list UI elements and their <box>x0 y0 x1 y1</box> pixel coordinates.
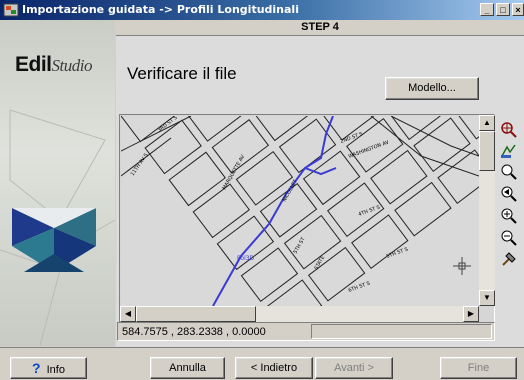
zoom-window-icon[interactable] <box>497 119 521 139</box>
settings-tool-icon[interactable] <box>497 249 521 269</box>
map-viewer[interactable]: 3RD ST S WASHINGTON AV 2ND ST S 11TH AV … <box>119 114 495 323</box>
title-bar: Importazione guidata -> Profili Longitud… <box>0 0 524 20</box>
zoom-out-icon[interactable] <box>497 227 521 247</box>
horizontal-scroll-thumb[interactable] <box>136 306 256 322</box>
vertical-scroll-thumb[interactable] <box>479 131 495 171</box>
maximize-button[interactable]: □ <box>496 3 510 16</box>
wizard-side-panel: EdilStudio <box>0 20 115 346</box>
status-pane <box>311 324 492 339</box>
zoom-extents-icon[interactable] <box>497 161 521 181</box>
polyline-label: Pol3D <box>237 255 255 262</box>
scroll-down-icon[interactable]: ▼ <box>479 290 495 306</box>
page-heading: Verificare il file <box>127 64 237 83</box>
step-indicator: STEP 4 <box>116 20 524 36</box>
pan-icon[interactable] <box>497 141 521 161</box>
street-map[interactable]: 3RD ST S WASHINGTON AV 2ND ST S 11TH AV … <box>121 116 479 306</box>
close-button[interactable]: × <box>512 3 524 16</box>
brand-emblem-icon <box>12 208 96 272</box>
horizontal-scrollbar[interactable]: ◀ ▶ <box>120 306 479 322</box>
help-icon: ? <box>32 360 41 376</box>
coordinate-readout: 584.7575 , 283.2338 , 0.0000 <box>122 326 266 338</box>
scroll-right-icon[interactable]: ▶ <box>463 306 479 322</box>
next-button[interactable]: Avanti > <box>315 357 393 379</box>
finish-button[interactable]: Fine <box>440 357 517 379</box>
zoom-previous-icon[interactable] <box>497 183 521 203</box>
back-button[interactable]: < Indietro <box>235 357 313 379</box>
vertical-scrollbar[interactable]: ▲ ▼ <box>479 115 495 306</box>
app-icon <box>3 3 19 17</box>
cancel-button[interactable]: Annulla <box>150 357 225 379</box>
window-title: Importazione guidata -> Profili Longitud… <box>22 3 299 16</box>
info-button[interactable]: ? Info <box>10 357 87 379</box>
scroll-up-icon[interactable]: ▲ <box>479 115 495 131</box>
model-button[interactable]: Modello... <box>385 77 479 100</box>
scroll-left-icon[interactable]: ◀ <box>120 306 136 322</box>
zoom-in-icon[interactable] <box>497 205 521 225</box>
map-toolbar <box>497 115 521 285</box>
coordinate-status-bar: 584.7575 , 283.2338 , 0.0000 <box>117 322 495 341</box>
edilstudio-logo: EdilStudio <box>15 53 92 76</box>
minimize-button[interactable]: _ <box>480 3 494 16</box>
